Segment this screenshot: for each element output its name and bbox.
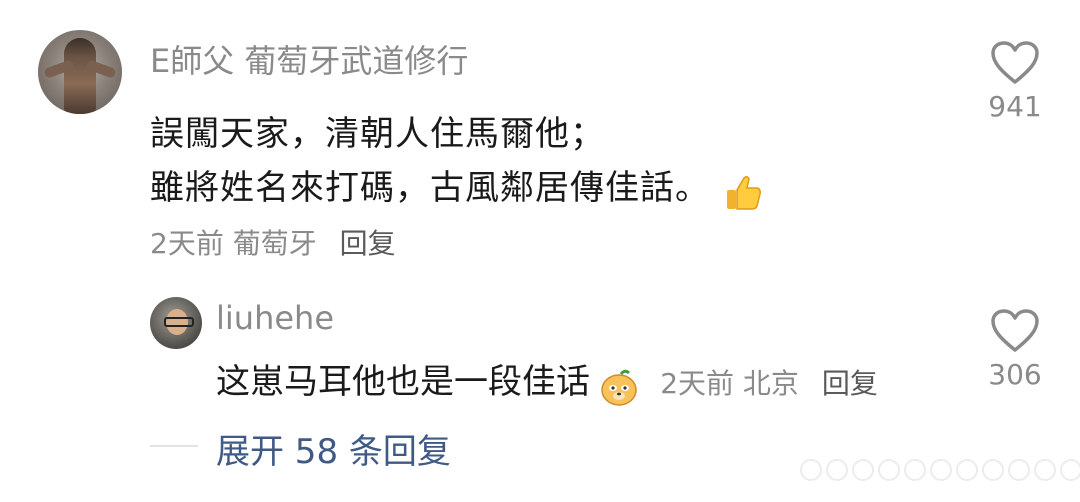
comment-username[interactable]: E師父 葡萄牙武道修行 [150,36,468,82]
reply-button[interactable]: 回复 [340,227,396,260]
watermark [800,459,1080,481]
avatar[interactable] [38,30,122,114]
heart-icon[interactable] [990,308,1040,354]
reply-text-row: 这崽马耳他也是一段佳话 2天前 北京 回复 [216,354,878,411]
reply-username[interactable]: liuhehe [216,299,334,337]
reply-text: 这崽马耳他也是一段佳话 [216,362,590,402]
reply-location: 北京 [742,367,799,400]
expand-divider [150,445,198,447]
reply-avatar[interactable] [150,297,202,349]
reply-reply-button[interactable]: 回复 [822,367,878,400]
heart-icon[interactable] [990,40,1040,86]
avatar-figure [64,38,96,114]
comment-like[interactable]: 941 [975,40,1055,123]
reply-like-count: 306 [988,358,1042,391]
thumbs-up-icon [723,173,763,217]
comment-location: 葡萄牙 [232,227,317,260]
expand-replies-link[interactable]: 展开 58 条回复 [216,424,451,473]
comment-text-line-2: 雖將姓名來打碼，古風鄰居傳佳話。 [150,168,710,208]
comment-text-line-1: 誤闖天家，清朝人住馬爾他； [150,114,605,154]
comment-meta: 2天前 葡萄牙 回复 [150,222,396,262]
like-count: 941 [988,90,1042,123]
comment-time: 2天前 [150,227,224,260]
doge-face-icon [599,367,639,411]
avatar-glasses [164,317,194,327]
reply-like[interactable]: 306 [975,308,1055,391]
reply-time: 2天前 [660,367,735,400]
comment-text-line-2-row: 雖將姓名來打碼，古風鄰居傳佳話。 [150,160,763,217]
reply-meta: 2天前 北京 回复 [660,367,878,400]
